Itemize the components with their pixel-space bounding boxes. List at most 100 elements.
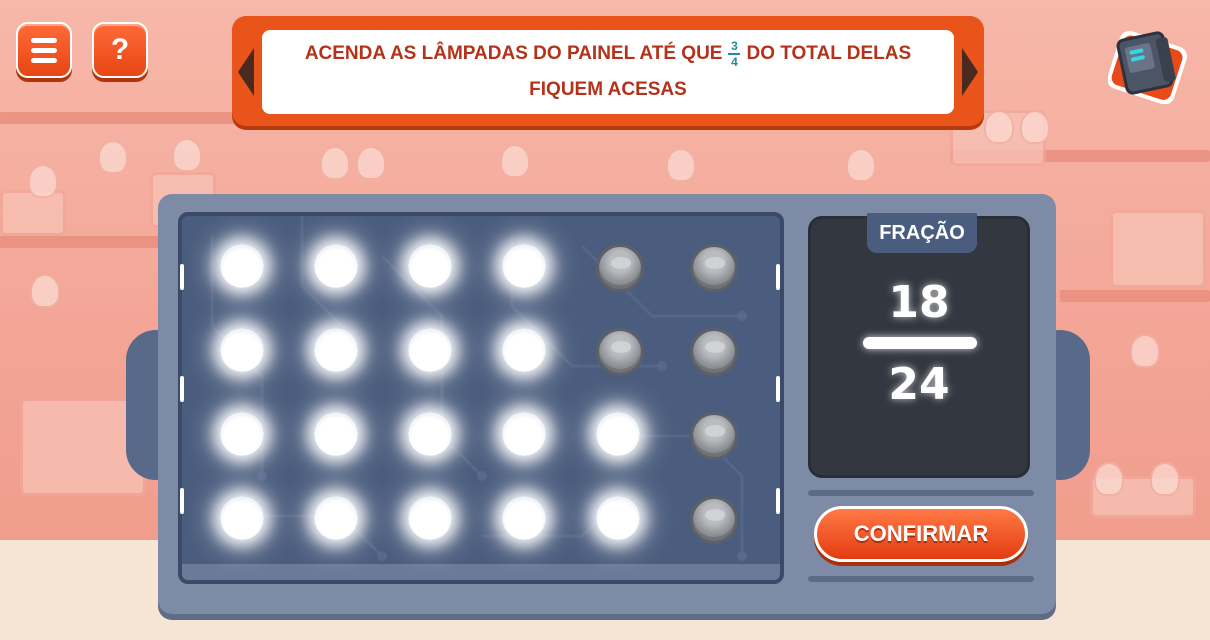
- bulb-shine: [420, 338, 440, 350]
- board-edge-tick: [776, 488, 780, 514]
- bulb-shine: [611, 257, 631, 269]
- bulb-lit[interactable]: [502, 328, 546, 372]
- bulb-unlit[interactable]: [690, 244, 738, 292]
- bulb-shine: [608, 506, 628, 518]
- bulb-lit[interactable]: [408, 328, 452, 372]
- confirm-button[interactable]: CONFIRMAR: [814, 506, 1028, 562]
- bulb-lit[interactable]: [596, 496, 640, 540]
- fraction-display: FRAÇÃO 18 24: [808, 213, 1030, 478]
- instruction-fraction-numerator: 3: [731, 38, 738, 53]
- bulb-lit[interactable]: [408, 496, 452, 540]
- fraction-denominator: 24: [888, 359, 950, 410]
- help-label: ?: [110, 33, 130, 66]
- bulb-lit[interactable]: [314, 244, 358, 288]
- bulb-lit[interactable]: [314, 412, 358, 456]
- bulb-unlit[interactable]: [690, 328, 738, 376]
- background-bulb: [1150, 462, 1180, 496]
- background-bulb: [984, 110, 1014, 144]
- background-bulb: [30, 274, 60, 308]
- background-bulb: [98, 140, 128, 174]
- bulb-shine: [420, 506, 440, 518]
- hamburger-menu-icon: [31, 37, 57, 63]
- instruction-text-box: ACENDA AS LÂMPADAS DO PAINEL ATÉ QUE 3 4…: [262, 30, 954, 114]
- background-bulb: [356, 146, 386, 180]
- bulb-shine: [611, 341, 631, 353]
- bulb-lit[interactable]: [220, 412, 264, 456]
- board-edge-tick: [180, 264, 184, 290]
- background-bulb: [1094, 462, 1124, 496]
- bulb-unlit[interactable]: [690, 496, 738, 544]
- background-bulb: [666, 148, 696, 182]
- bulb-lit[interactable]: [314, 496, 358, 540]
- bulb-unlit[interactable]: [690, 412, 738, 460]
- bulb-shine: [705, 425, 725, 437]
- fraction-bar: [863, 337, 977, 349]
- bulb-lit[interactable]: [220, 328, 264, 372]
- background-bulb: [1020, 110, 1050, 144]
- bulb-unlit[interactable]: [596, 328, 644, 376]
- background-shelf: [0, 236, 160, 248]
- board-edge-tick: [776, 376, 780, 402]
- bulb-shine: [326, 422, 346, 434]
- bulb-shine: [326, 506, 346, 518]
- bulb-shine: [705, 257, 725, 269]
- bulb-shine: [514, 338, 534, 350]
- help-button[interactable]: ?: [92, 22, 148, 78]
- bulb-shine: [705, 341, 725, 353]
- bulb-shine: [514, 506, 534, 518]
- bulb-lit[interactable]: [596, 412, 640, 456]
- bulb-shine: [514, 422, 534, 434]
- background-bulb: [320, 146, 350, 180]
- bulb-lit[interactable]: [220, 244, 264, 288]
- bulb-shine: [232, 422, 252, 434]
- bulb-shine: [326, 254, 346, 266]
- bulb-lit[interactable]: [408, 412, 452, 456]
- panel-rail: [808, 576, 1034, 582]
- bulb-shine: [232, 254, 252, 266]
- banner-notch-left: [238, 48, 254, 96]
- bulb-lit[interactable]: [408, 244, 452, 288]
- toolbox-icon[interactable]: [1107, 28, 1188, 105]
- fraction-numerator: 18: [888, 277, 950, 328]
- bulb-lit[interactable]: [314, 328, 358, 372]
- bulb-shine: [232, 506, 252, 518]
- bulb-shine: [705, 509, 725, 521]
- instruction-fraction: 3 4: [728, 38, 741, 69]
- bulb-shine: [232, 338, 252, 350]
- board-lip: [182, 564, 780, 580]
- menu-button[interactable]: [16, 22, 72, 78]
- background-bulb: [1130, 334, 1160, 368]
- background-crate: [0, 190, 66, 236]
- background-crate: [1110, 210, 1206, 288]
- banner-notch-right: [962, 48, 978, 96]
- bulb-shine: [420, 254, 440, 266]
- bulb-shine: [514, 254, 534, 266]
- bulb-lit[interactable]: [502, 412, 546, 456]
- bulb-board: [178, 212, 784, 584]
- bulb-shine: [326, 338, 346, 350]
- bulb-lit[interactable]: [220, 496, 264, 540]
- board-edge-tick: [776, 264, 780, 290]
- panel-rail: [808, 490, 1034, 496]
- fraction-label: FRAÇÃO: [867, 213, 977, 253]
- background-bulb: [172, 138, 202, 172]
- background-shelf: [0, 112, 250, 124]
- board-edge-tick: [180, 488, 184, 514]
- bulb-panel: FRAÇÃO 18 24 CONFIRMAR: [158, 194, 1056, 614]
- instruction-suffix: DO TOTAL DELAS: [746, 42, 912, 64]
- background-bulb: [28, 164, 58, 198]
- instruction-line-2: FIQUEM ACESAS: [529, 79, 687, 100]
- background-bulb: [846, 148, 876, 182]
- board-edge-tick: [180, 376, 184, 402]
- instruction-banner: ACENDA AS LÂMPADAS DO PAINEL ATÉ QUE 3 4…: [232, 16, 984, 126]
- instruction-prefix: ACENDA AS LÂMPADAS DO PAINEL ATÉ QUE: [304, 42, 723, 64]
- bulb-shine: [608, 422, 628, 434]
- background-shelf: [1060, 290, 1210, 302]
- bulb-shine: [420, 422, 440, 434]
- bulb-lit[interactable]: [502, 496, 546, 540]
- instruction-line-1: ACENDA AS LÂMPADAS DO PAINEL ATÉ QUE 3 4…: [305, 36, 911, 72]
- bulb-unlit[interactable]: [596, 244, 644, 292]
- background-bulb: [500, 144, 530, 178]
- instruction-fraction-denominator: 4: [731, 54, 738, 69]
- bulb-lit[interactable]: [502, 244, 546, 288]
